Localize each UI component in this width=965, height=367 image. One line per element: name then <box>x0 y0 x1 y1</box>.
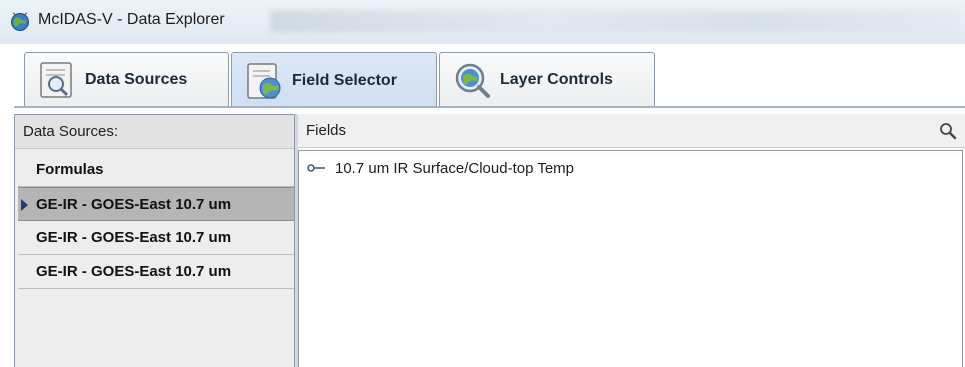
globe-document-icon <box>247 62 281 99</box>
data-source-item-selected[interactable]: GE-IR - GOES-East 10.7 um <box>18 187 294 221</box>
data-source-item[interactable]: GE-IR - GOES-East 10.7 um <box>18 221 294 255</box>
list-item-label: GE-IR - GOES-East 10.7 um <box>36 229 232 246</box>
data-source-item[interactable]: GE-IR - GOES-East 10.7 um <box>18 255 294 289</box>
list-item-label: Formulas <box>36 161 104 178</box>
data-sources-list: Formulas GE-IR - GOES-East 10.7 um GE-IR… <box>18 153 294 289</box>
field-key-icon <box>307 164 325 172</box>
field-item-label: 10.7 um IR Surface/Cloud-top Temp <box>335 159 575 177</box>
tab-strip-border <box>14 106 965 108</box>
fields-header: Fields <box>298 114 965 148</box>
fields-panel: Fields 10.7 um IR Surface/Cloud-top Temp <box>298 114 965 367</box>
data-sources-panel: Data Sources: Formulas GE-IR - GOES-East… <box>14 114 295 367</box>
magnifier-globe-icon <box>455 63 490 98</box>
window-title: McIDAS-V - Data Explorer <box>38 11 225 28</box>
tab-label: Layer Controls <box>500 70 613 88</box>
mcidas-globe-icon <box>11 12 29 31</box>
search-icon[interactable] <box>939 122 957 140</box>
tab-label: Data Sources <box>85 70 188 88</box>
data-source-item-formulas[interactable]: Formulas <box>18 153 294 187</box>
fields-tree: 10.7 um IR Surface/Cloud-top Temp <box>298 150 963 367</box>
tab-layer-controls[interactable]: Layer Controls <box>439 52 655 106</box>
field-item[interactable]: 10.7 um IR Surface/Cloud-top Temp <box>307 157 576 179</box>
tab-label: Field Selector <box>292 71 397 89</box>
selection-arrow-icon <box>21 199 28 211</box>
fields-title: Fields <box>306 122 347 139</box>
list-item-label: GE-IR - GOES-East 10.7 um <box>36 263 232 280</box>
list-item-label: GE-IR - GOES-East 10.7 um <box>36 196 232 213</box>
magnifier-document-icon <box>40 61 72 98</box>
tab-data-sources[interactable]: Data Sources <box>24 52 229 106</box>
tab-field-selector[interactable]: Field Selector <box>231 52 437 108</box>
window-title-bar[interactable]: McIDAS-V - Data Explorer <box>0 0 965 44</box>
blurred-taskbar-background <box>270 10 960 32</box>
data-sources-header: Data Sources: <box>15 115 294 149</box>
